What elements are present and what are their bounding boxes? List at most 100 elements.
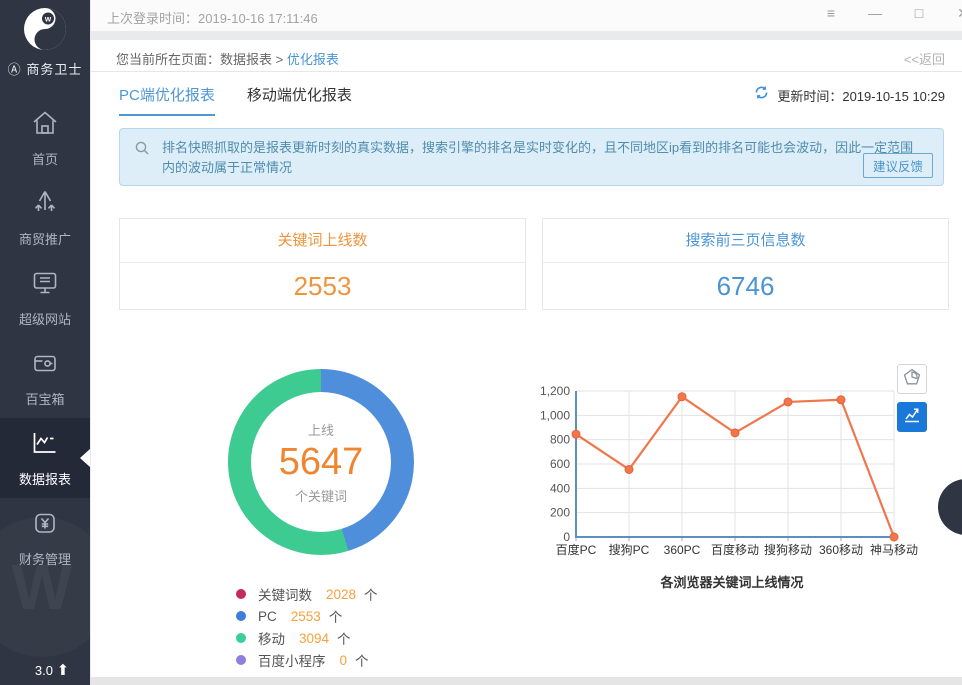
window-controls: ≡ — □ ✕ [822, 5, 962, 22]
breadcrumb-section[interactable]: 数据报表 [220, 52, 272, 67]
stat-card-top3-pages: 搜索前三页信息数 6746 [542, 218, 949, 310]
line-chart-icon [903, 406, 921, 429]
svg-text:1,200: 1,200 [540, 384, 570, 398]
tab-mobile-report[interactable]: 移动端优化报表 [247, 84, 352, 116]
upgrade-arrow-icon[interactable]: ⬆ [57, 662, 70, 679]
legend-item-keywords[interactable]: 关键词数 2028 个 [236, 583, 378, 605]
svg-text:200: 200 [550, 506, 570, 520]
breadcrumb-separator: > [272, 52, 287, 67]
legend-label: PC [258, 609, 277, 624]
svg-text:360PC: 360PC [664, 543, 701, 557]
pie-chart-icon [903, 368, 921, 391]
titlebar-divider [91, 31, 962, 40]
legend-item-pc[interactable]: PC 2553 个 [236, 605, 378, 627]
last-login-text: 上次登录时间：2019-10-16 17:11:46 [107, 8, 318, 27]
donut-center-value: 5647 [279, 441, 364, 484]
sidebar-item-home[interactable]: 首页 [0, 98, 90, 178]
update-time-text: 更新时间：2019-10-15 10:29 [777, 86, 945, 105]
legend-unit: 个 [329, 606, 343, 626]
legend-unit: 个 [364, 584, 378, 604]
menu-icon[interactable]: ≡ [822, 5, 840, 22]
legend-label: 关键词数 [258, 584, 312, 604]
home-icon [30, 109, 60, 142]
breadcrumb-prefix: 您当前所在页面： [116, 52, 220, 67]
donut-center: 上线 5647 个关键词 [251, 392, 391, 532]
svg-text:360移动: 360移动 [819, 543, 863, 557]
back-link[interactable]: <<返回 [904, 49, 945, 68]
sidebar: w Ⓐ 商务卫士 首页 商贸推广 [0, 0, 90, 685]
brand: w Ⓐ 商务卫士 [0, 6, 90, 78]
sidebar-item-label: 百宝箱 [25, 389, 64, 408]
sidebar-item-label: 超级网站 [19, 309, 71, 328]
tab-pc-report[interactable]: PC端优化报表 [119, 84, 215, 116]
feedback-button[interactable]: 建议反馈 [863, 153, 933, 178]
sidebar-watermark: W [0, 517, 90, 657]
sidebar-menu: 首页 商贸推广 超级网站 [0, 98, 90, 578]
line-chart-title: 各浏览器关键词上线情况 [532, 572, 932, 591]
legend-dot [236, 589, 246, 599]
legend-dot [236, 611, 246, 621]
main-area: 上次登录时间：2019-10-16 17:11:46 ≡ — □ ✕ 您当前所在… [90, 0, 962, 685]
stat-card-title: 关键词上线数 [120, 219, 525, 263]
website-icon [30, 269, 60, 302]
sidebar-item-label: 首页 [32, 149, 58, 168]
legend-item-baidu-miniapp[interactable]: 百度小程序 0 个 [236, 649, 378, 671]
brand-logo-icon: w [22, 6, 68, 57]
search-icon [134, 140, 150, 162]
stat-card-keywords-online: 关键词上线数 2553 [119, 218, 526, 310]
legend-item-mobile[interactable]: 移动 3094 个 [236, 627, 378, 649]
tab-row: PC端优化报表 移动端优化报表 更新时间：2019-10-15 10:29 [91, 72, 962, 114]
svg-text:800: 800 [550, 433, 570, 447]
svg-text:400: 400 [550, 481, 570, 495]
sidebar-item-website[interactable]: 超级网站 [0, 258, 90, 338]
legend-value: 2553 [291, 609, 321, 624]
sidebar-item-promotion[interactable]: 商贸推广 [0, 178, 90, 258]
minimize-icon[interactable]: — [866, 5, 884, 22]
svg-text:1,000: 1,000 [540, 408, 570, 422]
svg-text:百度PC: 百度PC [556, 542, 597, 557]
promotion-icon [30, 189, 60, 222]
legend-dot [236, 633, 246, 643]
legend-label: 移动 [258, 628, 285, 648]
svg-text:w: w [44, 15, 52, 24]
legend-label: 百度小程序 [258, 650, 326, 670]
svg-text:600: 600 [550, 457, 570, 471]
close-icon[interactable]: ✕ [954, 5, 962, 22]
version-label: 3.0 ⬆ [0, 661, 90, 679]
toolbox-icon [30, 349, 60, 382]
refresh-icon[interactable] [753, 84, 770, 106]
svg-text:搜狗移动: 搜狗移动 [764, 542, 812, 557]
line-chart-toggle-button[interactable] [897, 402, 927, 432]
breadcrumb-row: 您当前所在页面：数据报表 > 优化报表 <<返回 [91, 40, 962, 72]
donut-center-label-bottom: 个关键词 [295, 486, 347, 505]
window-titlebar: 上次登录时间：2019-10-16 17:11:46 ≡ — □ ✕ [91, 0, 962, 31]
legend-dot [236, 655, 246, 665]
stat-card-title: 搜索前三页信息数 [543, 219, 948, 263]
donut-legend: 关键词数 2028 个 PC 2553 个 移动 3094 个 百度小程序 0 … [236, 583, 378, 671]
sidebar-item-label: 数据报表 [19, 469, 71, 488]
donut-chart: 上线 5647 个关键词 [228, 369, 414, 555]
pie-chart-toggle-button[interactable] [897, 364, 927, 394]
notice-banner: 排名快照抓取的是报表更新时刻的真实数据，搜索引擎的排名是实时变化的，且不同地区i… [119, 128, 944, 186]
legend-unit: 个 [337, 628, 351, 648]
sidebar-item-reports[interactable]: 数据报表 [0, 418, 90, 498]
donut-center-label-top: 上线 [308, 420, 334, 439]
sidebar-item-label: 商贸推广 [19, 229, 71, 248]
svg-text:搜狗PC: 搜狗PC [609, 542, 650, 557]
stat-card-value: 2553 [120, 263, 525, 309]
report-icon [30, 429, 60, 462]
legend-value: 3094 [299, 631, 329, 646]
maximize-icon[interactable]: □ [910, 5, 928, 22]
horizontal-scrollbar[interactable] [90, 677, 962, 685]
breadcrumb-current[interactable]: 优化报表 [287, 52, 339, 67]
svg-text:0: 0 [563, 530, 570, 544]
brand-name: Ⓐ 商务卫士 [0, 59, 90, 78]
breadcrumb: 您当前所在页面：数据报表 > 优化报表 [116, 49, 339, 68]
stat-card-value: 6746 [543, 263, 948, 309]
svg-text:神马移动: 神马移动 [870, 543, 918, 557]
notice-text: 排名快照抓取的是报表更新时刻的真实数据，搜索引擎的排名是实时变化的，且不同地区i… [162, 140, 913, 175]
legend-value: 0 [340, 653, 348, 668]
svg-text:百度移动: 百度移动 [711, 542, 759, 557]
legend-value: 2028 [326, 587, 356, 602]
sidebar-item-toolbox[interactable]: 百宝箱 [0, 338, 90, 418]
